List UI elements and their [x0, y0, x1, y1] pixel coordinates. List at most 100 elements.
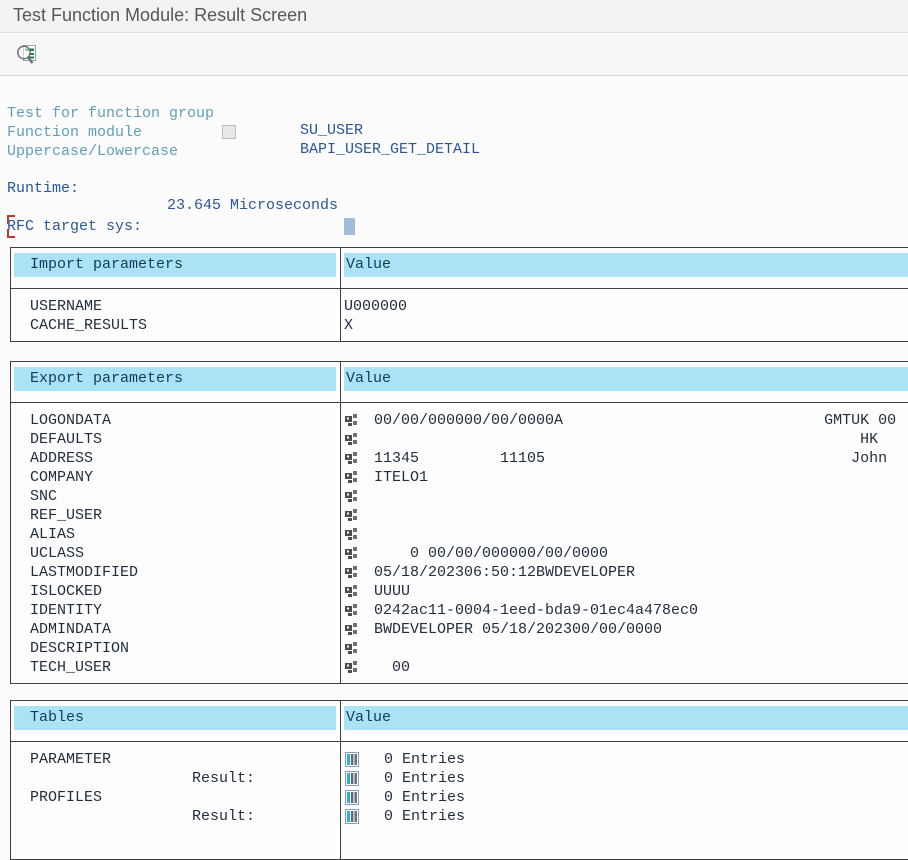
- structure-icon[interactable]: [345, 546, 358, 561]
- param-value: 0 Entries: [384, 788, 465, 807]
- rfc-target-input[interactable]: [344, 218, 355, 235]
- param-name: ADMINDATA: [11, 620, 340, 639]
- table-row: SNC: [11, 487, 908, 506]
- param-name: SNC: [11, 487, 340, 506]
- table-grid-icon[interactable]: [345, 771, 359, 786]
- param-name: ALIAS: [11, 525, 340, 544]
- column-divider: [340, 362, 341, 683]
- structure-icon[interactable]: [345, 660, 358, 675]
- table-row: COMPANY ITELO1: [11, 468, 908, 487]
- export-parameters-header-title: Export parameters: [14, 367, 336, 391]
- param-value-cell: 0 Entries: [340, 769, 908, 788]
- param-value: HK: [374, 430, 878, 449]
- param-value: 0242ac11-0004-1eed-bda9-01ec4a478ec0: [374, 601, 698, 620]
- import-parameters-header-value: Value: [344, 253, 908, 277]
- structure-icon[interactable]: [345, 527, 358, 542]
- title-bar: Test Function Module: Result Screen: [0, 0, 908, 33]
- param-value-cell: HK: [340, 430, 908, 449]
- import-parameters-header-title: Import parameters: [14, 253, 336, 277]
- structure-icon[interactable]: [345, 641, 358, 656]
- param-name: DESCRIPTION: [11, 639, 340, 658]
- param-value: 11345 11105 John: [374, 449, 887, 468]
- structure-icon[interactable]: [345, 413, 358, 428]
- structure-icon[interactable]: [345, 584, 358, 599]
- table-row: IDENTITY 0242ac11-0004-1eed-bda9-01ec4a47…: [11, 601, 908, 620]
- param-value-cell: ITELO1: [340, 468, 908, 487]
- table-row: REF_USER: [11, 506, 908, 525]
- import-parameters-table: Import parameters Value USERNAME U000000…: [10, 247, 908, 342]
- param-value-cell: BWDEVELOPER 05/18/202300/00/0000: [340, 620, 908, 639]
- tables-header: Tables Value: [11, 701, 908, 742]
- table-row: UCLASS 0 00/00/000000/00/0000: [11, 544, 908, 563]
- param-name: ADDRESS: [11, 449, 340, 468]
- table-grid-icon[interactable]: [345, 752, 359, 767]
- export-parameters-table: Export parameters Value LOGONDATA 00/00/0…: [10, 361, 908, 684]
- param-value: ITELO1: [374, 468, 428, 487]
- param-value-cell: [340, 639, 908, 658]
- structure-icon[interactable]: [345, 489, 358, 504]
- structure-icon[interactable]: [345, 508, 358, 523]
- display-result-magnifier-icon[interactable]: [14, 42, 40, 68]
- structure-icon[interactable]: [345, 603, 358, 618]
- param-name: LOGONDATA: [11, 411, 340, 430]
- table-row: TECH_USER 00: [11, 658, 908, 677]
- export-parameters-header-value: Value: [344, 367, 908, 391]
- rfc-target-row: RFC target sys:: [0, 201, 908, 220]
- table-row: ADDRESS 11345 11105 John: [11, 449, 908, 468]
- structure-icon[interactable]: [345, 565, 358, 580]
- param-value-cell: 0 Entries: [340, 750, 908, 769]
- param-value: 05/18/202306:50:12BWDEVELOPER: [374, 563, 635, 582]
- table-row: ADMINDATA BWDEVELOPER 05/18/202300/00/000…: [11, 620, 908, 639]
- param-value: 0 Entries: [384, 750, 465, 769]
- param-value-cell: 05/18/202306:50:12BWDEVELOPER: [340, 563, 908, 582]
- param-value-cell: X: [340, 316, 908, 335]
- rfc-input-corner-top-icon: [7, 215, 15, 224]
- table-grid-icon[interactable]: [345, 790, 359, 805]
- structure-icon[interactable]: [345, 470, 358, 485]
- table-row: LASTMODIFIED 05/18/202306:50:12BWDEVELOPE…: [11, 563, 908, 582]
- param-value: X: [344, 316, 353, 335]
- case-row: Uppercase/Lowercase: [0, 126, 908, 145]
- param-name: ISLOCKED: [11, 582, 340, 601]
- param-value-cell: 11345 11105 John: [340, 449, 908, 468]
- function-module-row: Function module BAPI_USER_GET_DETAIL: [0, 107, 908, 126]
- uppercase-lowercase-checkbox[interactable]: [222, 125, 236, 139]
- application-toolbar: [0, 34, 908, 76]
- structure-icon[interactable]: [345, 451, 358, 466]
- table-row: PROFILES0 Entries: [11, 788, 908, 807]
- table-row: Result:0 Entries: [11, 769, 908, 788]
- param-value-cell: 00: [340, 658, 908, 677]
- param-name: REF_USER: [11, 506, 340, 525]
- param-value: 00/00/000000/00/0000A GMTUK 00: [374, 411, 896, 430]
- param-value: U000000: [344, 297, 407, 316]
- param-name: LASTMODIFIED: [11, 563, 340, 582]
- table-row: USERNAME U000000: [11, 297, 908, 316]
- tables-header-value: Value: [344, 706, 908, 730]
- import-parameters-body: USERNAME U000000 CACHE_RESULTS X: [11, 289, 908, 341]
- table-row: DESCRIPTION: [11, 639, 908, 658]
- table-row: LOGONDATA 00/00/000000/00/0000A GMTUK 00: [11, 411, 908, 430]
- structure-icon[interactable]: [345, 432, 358, 447]
- param-name: TECH_USER: [11, 658, 340, 677]
- table-row: PARAMETER0 Entries: [11, 750, 908, 769]
- param-name: CACHE_RESULTS: [11, 316, 340, 335]
- tables-header-title: Tables: [14, 706, 336, 730]
- param-value-cell: [340, 525, 908, 544]
- export-parameters-body: LOGONDATA 00/00/000000/00/0000A GMTUK 00 D…: [11, 403, 908, 683]
- structure-icon[interactable]: [345, 622, 358, 637]
- param-name: Result:: [11, 769, 340, 788]
- param-name: IDENTITY: [11, 601, 340, 620]
- runtime-label: Runtime:: [7, 180, 79, 197]
- param-value: 0 00/00/000000/00/0000: [374, 544, 608, 563]
- runtime-row: Runtime: 23.645 Microseconds: [0, 163, 908, 182]
- param-name: USERNAME: [11, 297, 340, 316]
- param-name: COMPANY: [11, 468, 340, 487]
- table-row: ALIAS: [11, 525, 908, 544]
- param-value-cell: U000000: [340, 297, 908, 316]
- page-title: Test Function Module: Result Screen: [13, 5, 307, 26]
- import-parameters-header: Import parameters Value: [11, 248, 908, 289]
- param-value-cell: 0 00/00/000000/00/0000: [340, 544, 908, 563]
- rfc-input-corner-bottom-icon: [7, 229, 15, 238]
- param-value: BWDEVELOPER 05/18/202300/00/0000: [374, 620, 662, 639]
- column-divider: [340, 701, 341, 859]
